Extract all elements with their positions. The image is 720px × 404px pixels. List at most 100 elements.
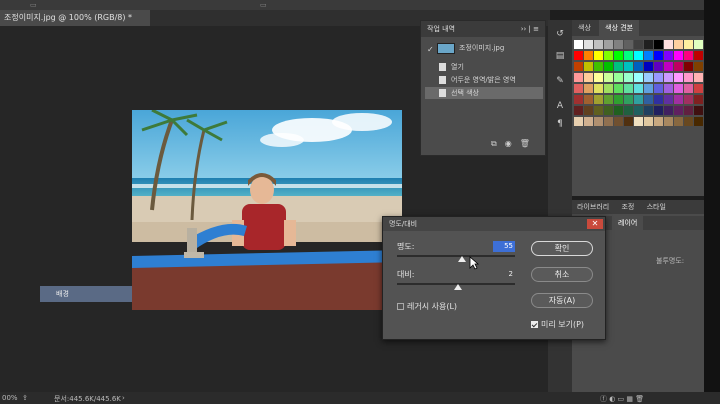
color-swatch[interactable] (654, 51, 663, 60)
paragraph-icon[interactable]: ¶ (554, 118, 566, 130)
history-panel-menu-icon[interactable]: ›› | ≡ (521, 21, 539, 37)
color-swatch[interactable] (574, 95, 583, 104)
color-swatch[interactable] (644, 84, 653, 93)
history-footer-icons[interactable]: ⧉◉🗑 (491, 139, 538, 149)
tab-swatches[interactable]: 색상 견본 (599, 20, 640, 36)
color-swatch[interactable] (624, 40, 633, 49)
color-swatch[interactable] (594, 40, 603, 49)
color-swatch[interactable] (674, 51, 683, 60)
brush-settings-icon[interactable]: ✎ (554, 75, 566, 87)
color-swatch[interactable] (644, 95, 653, 104)
tab-layers[interactable]: 레이어 (612, 216, 644, 230)
color-swatch[interactable] (644, 117, 653, 126)
color-swatch[interactable] (614, 106, 623, 115)
color-swatch[interactable] (614, 51, 623, 60)
brightness-slider-track[interactable] (397, 255, 515, 257)
status-arrow-icon[interactable]: › (122, 394, 125, 402)
history-snapshot[interactable]: ✓ 조정이미지.jpg (425, 41, 543, 55)
color-swatch[interactable] (574, 84, 583, 93)
history-item-selective-color[interactable]: 선택 색상 (425, 87, 543, 99)
color-swatch[interactable] (674, 73, 683, 82)
color-swatch[interactable] (634, 95, 643, 104)
contrast-input[interactable]: 2 (493, 269, 515, 280)
color-swatch[interactable] (604, 84, 613, 93)
color-swatch[interactable] (604, 117, 613, 126)
tab-styles[interactable]: 스타일 (642, 203, 671, 211)
document-info[interactable]: 문서:445.6K/445.6K (54, 394, 121, 404)
color-swatch[interactable] (664, 84, 673, 93)
color-swatch[interactable] (684, 106, 693, 115)
color-swatch[interactable] (674, 106, 683, 115)
new-document-icon[interactable]: ⧉ (491, 139, 505, 148)
preview-checkbox[interactable]: 미리 보기(P) (531, 319, 584, 330)
color-swatch[interactable] (634, 117, 643, 126)
brightness-slider-thumb[interactable] (457, 256, 466, 262)
color-swatch[interactable] (614, 73, 623, 82)
camera-icon[interactable]: ◉ (505, 139, 520, 148)
color-swatch[interactable] (594, 106, 603, 115)
color-swatch[interactable] (624, 84, 633, 93)
color-swatch[interactable] (674, 62, 683, 71)
color-swatch[interactable] (654, 73, 663, 82)
color-swatch[interactable] (614, 95, 623, 104)
color-swatch[interactable] (664, 73, 673, 82)
color-swatch[interactable] (614, 117, 623, 126)
tab-color[interactable]: 색상 (572, 24, 597, 32)
color-swatch[interactable] (634, 51, 643, 60)
color-swatch[interactable] (694, 95, 703, 104)
color-swatch[interactable] (684, 84, 693, 93)
color-swatch[interactable] (684, 62, 693, 71)
color-swatch[interactable] (644, 73, 653, 82)
auto-button[interactable]: 자동(A) (531, 293, 593, 308)
color-swatch[interactable] (694, 51, 703, 60)
color-swatch[interactable] (624, 73, 633, 82)
layer-actions-icons[interactable]: ⓕ ◐ ▭ ▦ 🗑 (600, 394, 644, 404)
color-swatch[interactable] (654, 106, 663, 115)
color-swatch[interactable] (684, 117, 693, 126)
color-swatch[interactable] (574, 62, 583, 71)
zoom-level[interactable]: 00% (2, 394, 18, 402)
color-swatch[interactable] (634, 40, 643, 49)
document-tab[interactable]: 조정이미지.jpg @ 100% (RGB/8) * (0, 10, 150, 26)
color-swatch[interactable] (634, 84, 643, 93)
color-swatch[interactable] (664, 117, 673, 126)
dialog-titlebar[interactable]: 명도/대비 ✕ (383, 217, 605, 231)
color-swatch[interactable] (604, 40, 613, 49)
color-swatch[interactable] (574, 106, 583, 115)
color-swatch[interactable] (634, 106, 643, 115)
color-swatch[interactable] (584, 62, 593, 71)
color-swatch[interactable] (624, 62, 633, 71)
document-image[interactable] (132, 110, 402, 310)
color-swatch[interactable] (614, 62, 623, 71)
color-swatch[interactable] (644, 106, 653, 115)
color-swatch[interactable] (694, 73, 703, 82)
legacy-checkbox-box[interactable] (397, 303, 404, 310)
history-item-shadows-highlights[interactable]: 어두운 영역/밝은 영역 (425, 74, 543, 86)
color-swatch[interactable] (664, 95, 673, 104)
color-swatch[interactable] (674, 117, 683, 126)
color-swatch[interactable] (664, 62, 673, 71)
color-swatch[interactable] (694, 40, 703, 49)
color-swatch[interactable] (594, 117, 603, 126)
color-swatch[interactable] (574, 40, 583, 49)
color-swatch[interactable] (654, 95, 663, 104)
ok-button[interactable]: 확인 (531, 241, 593, 256)
color-swatch[interactable] (634, 73, 643, 82)
color-swatch[interactable] (644, 40, 653, 49)
color-swatch[interactable] (584, 106, 593, 115)
color-swatch[interactable] (594, 62, 603, 71)
share-icon[interactable]: ⇪ (22, 394, 28, 402)
color-swatch[interactable] (584, 117, 593, 126)
color-swatch[interactable] (684, 73, 693, 82)
color-swatch[interactable] (674, 84, 683, 93)
color-swatch[interactable] (594, 51, 603, 60)
cancel-button[interactable]: 취소 (531, 267, 593, 282)
brightness-input[interactable]: 55 (493, 241, 515, 252)
color-swatch[interactable] (644, 51, 653, 60)
color-swatch[interactable] (664, 40, 673, 49)
color-swatch[interactable] (614, 84, 623, 93)
color-swatch[interactable] (614, 40, 623, 49)
color-swatch[interactable] (694, 62, 703, 71)
color-swatch[interactable] (624, 117, 633, 126)
color-swatch[interactable] (584, 51, 593, 60)
